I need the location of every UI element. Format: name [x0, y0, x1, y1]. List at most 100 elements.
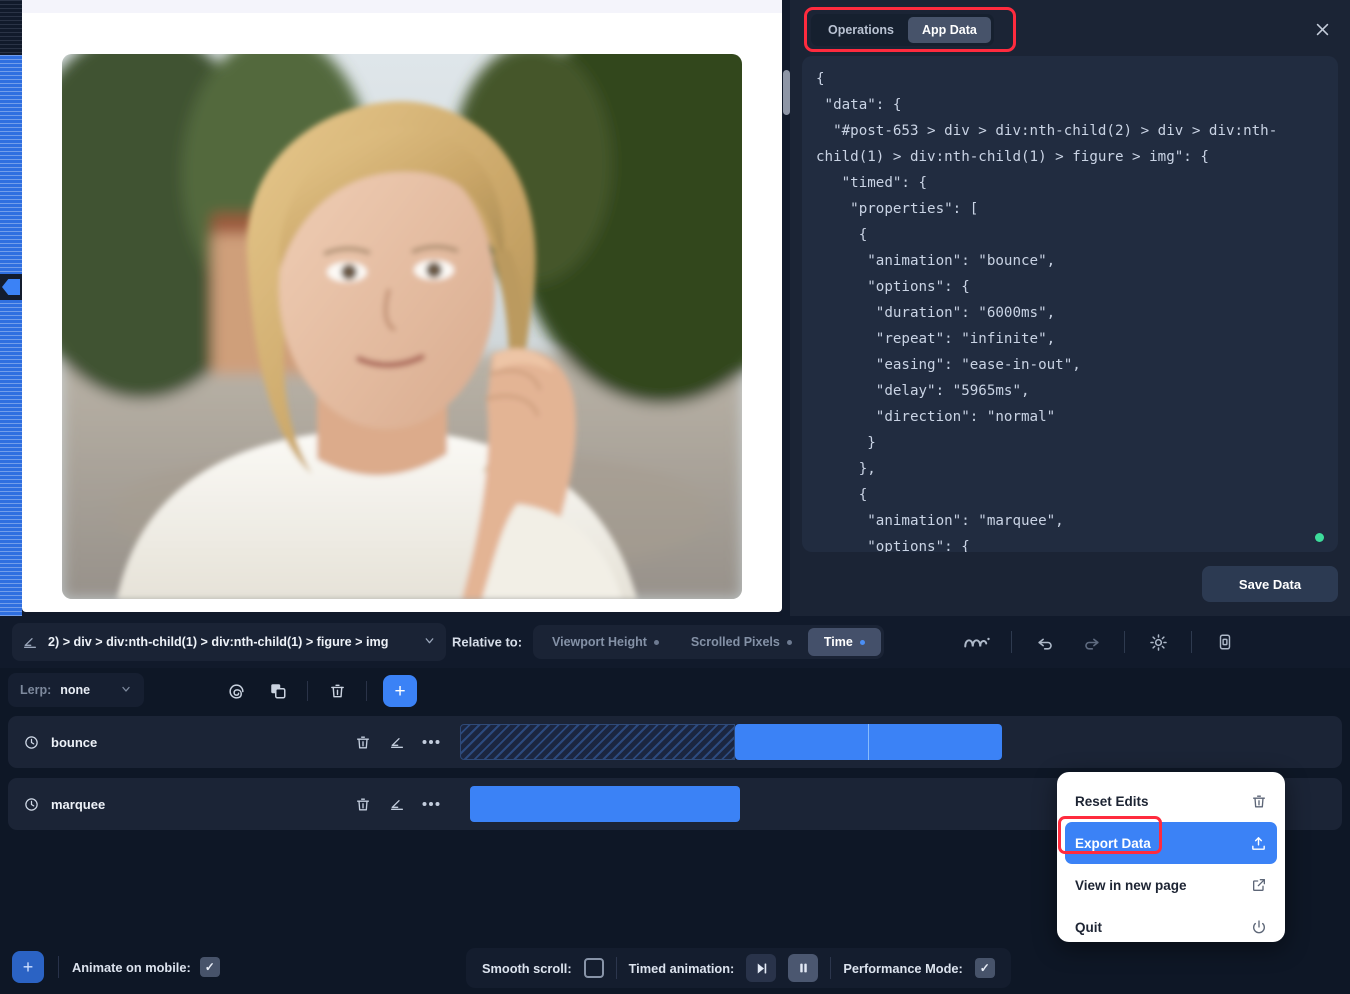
edit-pencil-icon[interactable]: [382, 789, 412, 819]
duplicate-icon[interactable]: [257, 668, 299, 714]
clock-icon: [24, 735, 39, 750]
track-actions: [348, 727, 458, 757]
lerp-label: Lerp:: [20, 683, 51, 697]
segment-status-dot: [787, 640, 792, 645]
segment-scrolled-pixels[interactable]: Scrolled Pixels: [675, 628, 808, 656]
clip-delay-region-bounce[interactable]: [460, 724, 735, 760]
track-name-marquee: marquee: [51, 797, 105, 812]
playback-options-group: Smooth scroll: Timed animation: Performa…: [466, 948, 1011, 988]
track-name-bounce: bounce: [51, 735, 97, 750]
app-data-json-text: { "data": { "#post-653 > div > div:nth-c…: [816, 66, 1324, 552]
external-link-icon: [1251, 877, 1267, 893]
power-icon: [1251, 919, 1267, 935]
undo-icon[interactable]: [1022, 616, 1068, 668]
add-element-button[interactable]: +: [12, 951, 44, 983]
menu-item-reset-edits-label: Reset Edits: [1075, 794, 1149, 809]
vertical-ruler-progress: [0, 55, 22, 616]
timeline-track-bounce[interactable]: bounce: [8, 716, 1342, 768]
toolbar-divider: [1011, 631, 1012, 653]
pause-button[interactable]: [788, 954, 818, 982]
clock-icon: [24, 797, 39, 812]
relative-to-segmented-control: Viewport Height Scrolled Pixels Time: [533, 625, 884, 659]
segment-viewport-height-label: Viewport Height: [552, 635, 647, 649]
menu-item-export-data-label: Export Data: [1075, 836, 1151, 851]
performance-mode-checkbox[interactable]: [975, 958, 995, 978]
animate-on-mobile-checkbox[interactable]: [200, 957, 220, 977]
close-icon[interactable]: [1310, 17, 1334, 41]
edit-pencil-icon[interactable]: [382, 727, 412, 757]
relative-to-label: Relative to:: [452, 635, 522, 650]
lerp-value: none: [60, 683, 90, 697]
play-button[interactable]: [746, 954, 776, 982]
more-icon[interactable]: [416, 727, 446, 757]
canvas-scrollbar-thumb[interactable]: [783, 70, 790, 115]
smooth-scroll-checkbox[interactable]: [584, 958, 604, 978]
clip-marquee[interactable]: [470, 786, 740, 822]
chevron-down-icon: [120, 683, 132, 698]
preview-page-topbar: [22, 0, 782, 13]
delete-icon[interactable]: [348, 727, 378, 757]
vertical-ruler-top-segment: [0, 0, 22, 55]
more-icon[interactable]: [416, 789, 446, 819]
selector-toolbar: 2) > div > div:nth-child(1) > div:nth-ch…: [0, 616, 1350, 668]
segment-viewport-height[interactable]: Viewport Height: [536, 628, 675, 656]
vertical-scroll-ruler[interactable]: [0, 0, 22, 616]
track-actions: [348, 789, 458, 819]
segment-status-dot: [654, 640, 659, 645]
element-selector-dropdown[interactable]: 2) > div > div:nth-child(1) > div:nth-ch…: [12, 623, 446, 661]
clip-playhead-marker: [868, 724, 869, 760]
menu-item-view-in-new-page[interactable]: View in new page: [1065, 864, 1277, 906]
track-header: bounce: [8, 716, 458, 768]
app-root: Operations App Data { "data": { "#post-6…: [0, 0, 1350, 994]
group-divider: [830, 957, 831, 979]
track-header: marquee: [8, 778, 458, 830]
toolbar-divider: [1124, 631, 1125, 653]
group-divider: [616, 957, 617, 979]
preview-page: [22, 0, 782, 612]
timeline-toolbar-icons: +: [215, 668, 417, 714]
element-selector-value: 2) > div > div:nth-child(1) > div:nth-ch…: [48, 635, 413, 649]
delete-icon[interactable]: [316, 668, 358, 714]
save-data-button[interactable]: Save Data: [1202, 566, 1338, 602]
tabs-highlight-annotation: [804, 7, 1016, 52]
toolbar-divider: [366, 681, 367, 701]
segment-time[interactable]: Time: [808, 628, 881, 656]
lerp-dropdown[interactable]: Lerp: none: [8, 673, 144, 707]
delete-icon[interactable]: [348, 789, 378, 819]
context-menu: Reset Edits Export Data View in new page: [1057, 772, 1285, 942]
brightness-icon[interactable]: [1135, 616, 1181, 668]
preview-photo[interactable]: [62, 54, 742, 599]
status-indicator-dot: [1315, 533, 1324, 542]
device-preview-icon[interactable]: [1202, 616, 1248, 668]
chevron-down-icon: [423, 634, 436, 650]
timeline-toolbar: Lerp: none: [0, 668, 1350, 714]
menu-item-quit[interactable]: Quit: [1065, 906, 1277, 948]
menu-item-quit-label: Quit: [1075, 920, 1102, 935]
delete-icon: [1251, 793, 1267, 810]
segment-time-label: Time: [824, 635, 853, 649]
toolbar-divider: [307, 681, 308, 701]
selector-toolbar-icons: [955, 616, 1248, 668]
bottom-divider: [58, 956, 59, 978]
add-animation-button[interactable]: +: [383, 675, 417, 707]
attach-icon[interactable]: [215, 668, 257, 714]
canvas-preview-area: [22, 0, 782, 616]
animate-on-mobile-control: Animate on mobile:: [72, 957, 220, 977]
app-data-code-viewer[interactable]: { "data": { "#post-653 > div > div:nth-c…: [802, 56, 1338, 552]
segment-status-dot: [860, 640, 865, 645]
performance-mode-label: Performance Mode:: [843, 961, 962, 976]
menu-item-view-in-new-page-label: View in new page: [1075, 878, 1187, 893]
app-data-panel: Operations App Data { "data": { "#post-6…: [790, 0, 1350, 616]
panel-header: Operations App Data: [790, 0, 1350, 58]
menu-item-export-data[interactable]: Export Data: [1065, 822, 1277, 864]
timed-animation-label: Timed animation:: [629, 961, 735, 976]
segment-scrolled-pixels-label: Scrolled Pixels: [691, 635, 780, 649]
bottom-status-bar: + Animate on mobile: Smooth scroll: Time…: [0, 940, 1350, 994]
redo-icon[interactable]: [1068, 616, 1114, 668]
photo-illustration: [62, 54, 742, 599]
toolbar-divider: [1191, 631, 1192, 653]
menu-item-reset-edits[interactable]: Reset Edits: [1065, 780, 1277, 822]
animation-wave-icon[interactable]: [955, 616, 1001, 668]
upload-icon: [1250, 835, 1267, 852]
animate-on-mobile-label: Animate on mobile:: [72, 960, 191, 975]
